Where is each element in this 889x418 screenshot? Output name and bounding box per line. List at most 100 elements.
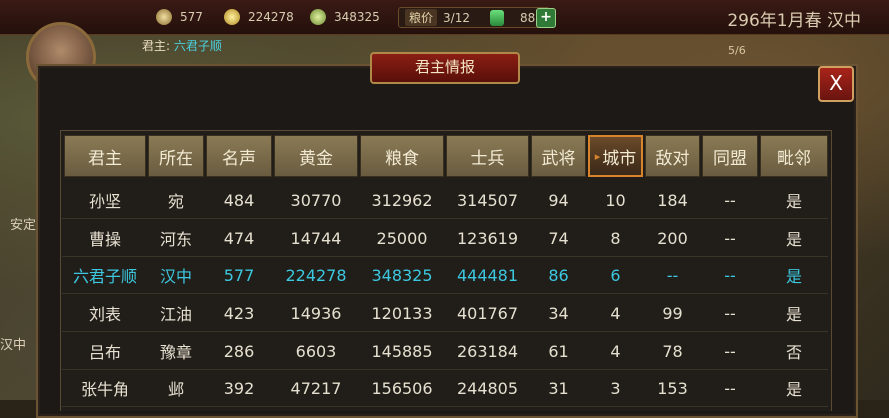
table-cell: 31 — [548, 378, 569, 398]
column-header-label: 粮食 — [385, 148, 419, 169]
table-cell: 314507 — [456, 190, 519, 210]
table-cell: -- — [666, 265, 679, 285]
column-header-10[interactable]: 毗邻 — [760, 135, 828, 177]
fame-icon — [156, 9, 172, 25]
table-cell: 286 — [223, 341, 255, 361]
column-header-label: 所在 — [159, 148, 193, 169]
table-cell: 47217 — [290, 378, 342, 398]
table-cell: 577 — [223, 265, 255, 285]
table-cell: 244805 — [456, 378, 519, 398]
table-cell: -- — [724, 303, 736, 323]
gold-value: 224278 — [248, 10, 294, 24]
table-row[interactable]: 张牛角 邺 392 47217 156506 244805 31 3 153 -- 是 — [62, 370, 828, 407]
table-cell: 153 — [657, 378, 688, 398]
column-header-label: 名声 — [222, 148, 256, 169]
table-cell: 444481 — [456, 265, 519, 285]
table-cell: 6 — [610, 265, 621, 285]
table-cell: 是 — [785, 192, 802, 211]
grain-price: 粮价 3/12 888 — [398, 7, 550, 28]
gold-resource: 224278 — [224, 8, 294, 26]
lord-label: 君主: — [142, 39, 174, 53]
table-cell: 曹操 — [88, 230, 121, 249]
table-cell: 8 — [610, 228, 621, 248]
map-page-indicator: 5/6 — [728, 44, 746, 57]
close-button[interactable]: X — [818, 66, 854, 102]
column-header-3[interactable]: 黄金 — [274, 135, 358, 177]
column-header-4[interactable]: 粮食 — [360, 135, 444, 177]
table-cell: 401767 — [456, 303, 519, 323]
column-header-label: 城市 — [602, 148, 637, 169]
grain-price-label: 粮价 — [405, 9, 438, 26]
column-header-8[interactable]: 敌对 — [645, 135, 700, 177]
table-cell: 是 — [785, 230, 802, 249]
column-header-label: 武将 — [541, 148, 576, 169]
column-header-5[interactable]: 士兵 — [446, 135, 529, 177]
table-cell: -- — [724, 228, 736, 248]
column-header-label: 士兵 — [470, 148, 505, 169]
table-row[interactable]: 六君子顺 汉中 577 224278 348325 444481 86 6 -- -- 是 — [62, 257, 828, 294]
table-cell: 豫章 — [159, 343, 192, 362]
grain-resource: 348325 — [310, 8, 380, 26]
table-cell: 是 — [785, 380, 802, 399]
table-cell: 312962 — [371, 190, 433, 210]
table-cell: 423 — [223, 303, 255, 323]
jade-icon — [489, 9, 504, 26]
table-cell: 484 — [223, 190, 255, 210]
table-cell: 99 — [662, 303, 683, 323]
table-cell: 河东 — [159, 230, 192, 249]
table-cell: 4 — [610, 303, 621, 323]
column-header-2[interactable]: 名声 — [206, 135, 272, 177]
column-header-6[interactable]: 武将 — [531, 135, 586, 177]
map-city-label[interactable]: 汉中 — [0, 334, 26, 353]
table-cell: -- — [724, 265, 736, 285]
table-cell: 刘表 — [88, 305, 121, 324]
column-header-label: 君主 — [88, 148, 122, 169]
table-cell: 156506 — [371, 378, 433, 398]
table-cell: 14936 — [290, 303, 342, 323]
table-cell: 145885 — [371, 341, 433, 361]
map-city-label[interactable]: 安定 — [10, 214, 36, 233]
table-cell: 34 — [548, 303, 569, 323]
table-cell: 6603 — [295, 341, 337, 361]
table-cell: 孙坚 — [88, 192, 121, 211]
fame-value: 577 — [180, 10, 203, 24]
table-cell: 是 — [785, 267, 802, 286]
fame-resource: 577 — [156, 8, 203, 26]
table-cell: 邺 — [167, 380, 184, 399]
table-cell: 江油 — [159, 305, 192, 324]
game-date: 296年1月春 汉中 — [727, 11, 861, 31]
column-header-label: 毗邻 — [777, 148, 811, 169]
dialog-title: 君主情报 — [370, 52, 520, 84]
column-header-1[interactable]: 所在 — [148, 135, 204, 177]
table-cell: 30770 — [290, 190, 342, 210]
table-cell: 224278 — [285, 265, 347, 285]
table-cell: 94 — [548, 190, 569, 210]
grain-value: 348325 — [334, 10, 380, 24]
column-header-label: 敌对 — [655, 148, 690, 169]
table-cell: 汉中 — [159, 267, 192, 286]
table-row[interactable]: 曹操 河东 474 14744 25000 123619 74 8 200 -- 是 — [62, 220, 828, 257]
add-resource-button[interactable]: + — [536, 8, 556, 28]
column-header-9[interactable]: 同盟 — [702, 135, 758, 177]
table-row[interactable]: 吕布 豫章 286 6603 145885 263184 61 4 78 -- 否 — [62, 333, 828, 370]
column-header-label: 同盟 — [713, 148, 747, 169]
sort-arrow-icon: ▸ — [594, 149, 601, 163]
column-header-0[interactable]: 君主 — [64, 135, 146, 177]
table-cell: 张牛角 — [80, 380, 129, 399]
table-cell: 是 — [785, 305, 802, 324]
table-cell: 宛 — [167, 192, 184, 211]
table-cell: 120133 — [371, 303, 433, 323]
grain-price-value: 3/12 — [443, 10, 470, 25]
table-cell: -- — [724, 190, 736, 210]
table-cell: 25000 — [376, 228, 428, 248]
table-cell: 4 — [610, 341, 621, 361]
table-cell: -- — [724, 341, 736, 361]
table-row[interactable]: 孙坚 宛 484 30770 312962 314507 94 10 184 -- 是 — [62, 182, 828, 219]
table-row[interactable]: 刘表 江油 423 14936 120133 401767 34 4 99 -- 是 — [62, 295, 828, 332]
table-cell: 61 — [548, 341, 569, 361]
table-cell: 3 — [610, 378, 621, 398]
table-cell: 10 — [605, 190, 626, 210]
column-header-7[interactable]: ▸ 城市 — [588, 135, 643, 177]
table-cell: 14744 — [290, 228, 342, 248]
table-cell: 吕布 — [88, 343, 121, 362]
